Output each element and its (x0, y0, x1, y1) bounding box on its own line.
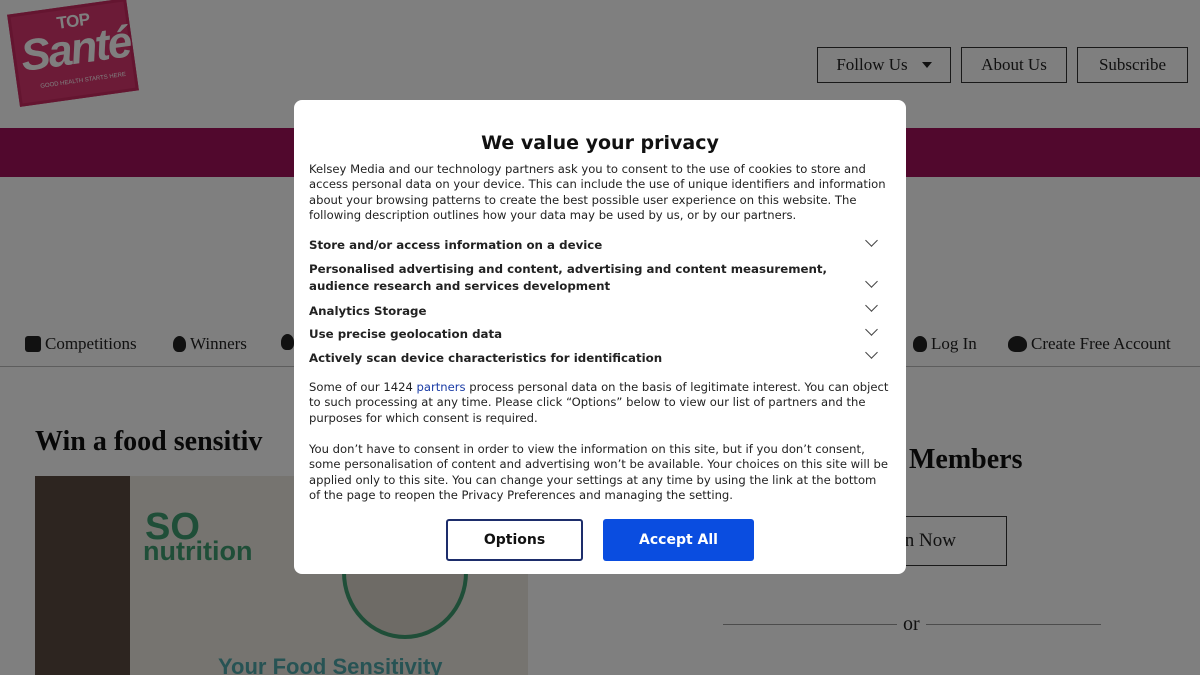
privacy-consent-dialog: We value your privacy Kelsey Media and o… (294, 100, 906, 574)
consent-legitimate-interest: Some of our 1424 partners process person… (309, 380, 889, 426)
consent-no-consent-note: You don’t have to consent in order to vi… (309, 442, 888, 502)
chevron-down-icon[interactable] (865, 275, 878, 288)
legit-text-before: Some of our 1424 (309, 380, 417, 394)
purpose-item[interactable]: Actively scan device characteristics for… (309, 350, 854, 367)
chevron-down-icon[interactable] (865, 299, 878, 312)
purpose-item[interactable]: Analytics Storage (309, 303, 854, 320)
chevron-down-icon[interactable] (865, 234, 878, 247)
consent-intro: Kelsey Media and our technology partners… (309, 162, 886, 222)
purpose-item[interactable]: Store and/or access information on a dev… (309, 237, 854, 254)
purpose-item[interactable]: Personalised advertising and content, ad… (309, 261, 854, 295)
consent-title: We value your privacy (481, 132, 719, 154)
partners-link[interactable]: partners (417, 380, 466, 394)
options-button[interactable]: Options (446, 519, 583, 561)
accept-all-button[interactable]: Accept All (603, 519, 754, 561)
purpose-item[interactable]: Use precise geolocation data (309, 326, 854, 343)
chevron-down-icon[interactable] (865, 346, 878, 359)
chevron-down-icon[interactable] (865, 323, 878, 336)
